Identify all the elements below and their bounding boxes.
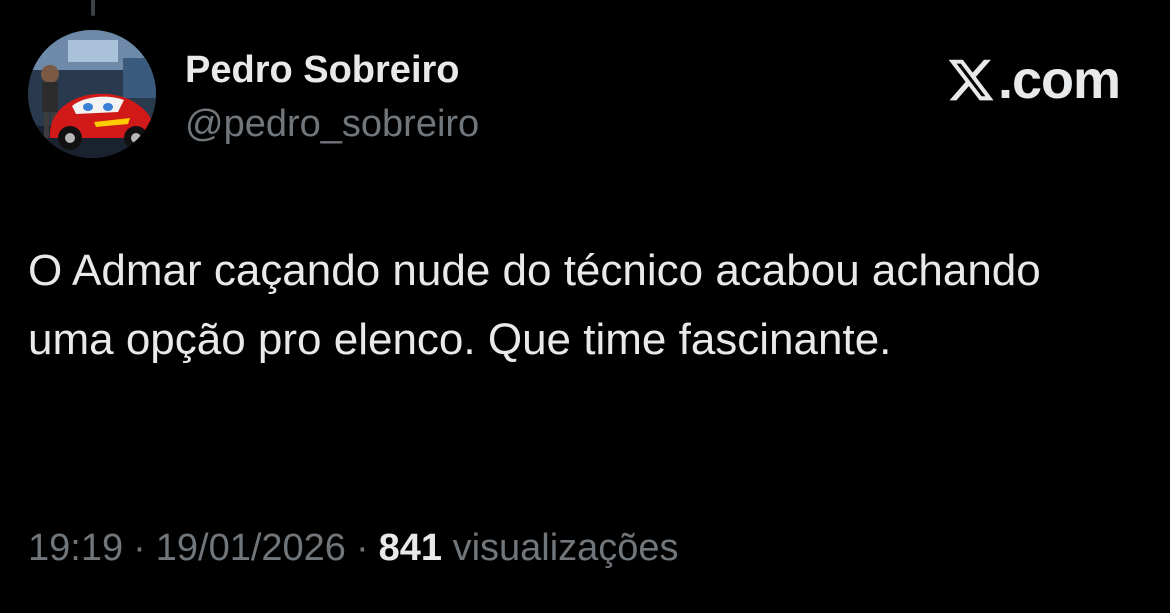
tweet-text: O Admar caçando nude do técnico acabou a… — [28, 246, 1041, 364]
avatar[interactable] — [28, 30, 156, 158]
meta-separator: · — [133, 527, 146, 569]
tweet-author: Pedro Sobreiro @pedro_sobreiro — [185, 46, 479, 148]
views-label: visualizações — [452, 527, 679, 569]
meta-separator: · — [355, 527, 369, 569]
brand-domain-text: .com — [997, 50, 1121, 110]
tweet-meta: 19:19 · 19/01/2026 · 841 visualizações — [28, 524, 679, 572]
tweet-date[interactable]: 19/01/2026 — [156, 527, 346, 569]
avatar-image — [28, 30, 156, 158]
x-logo-icon — [948, 59, 994, 101]
thread-connector-line — [91, 0, 95, 16]
views-count: 841 — [378, 527, 442, 569]
x-com-brand: .com — [946, 50, 1121, 110]
author-handle[interactable]: @pedro_sobreiro — [185, 100, 479, 148]
author-display-name[interactable]: Pedro Sobreiro — [185, 46, 479, 94]
tweet-time[interactable]: 19:19 — [28, 527, 123, 569]
